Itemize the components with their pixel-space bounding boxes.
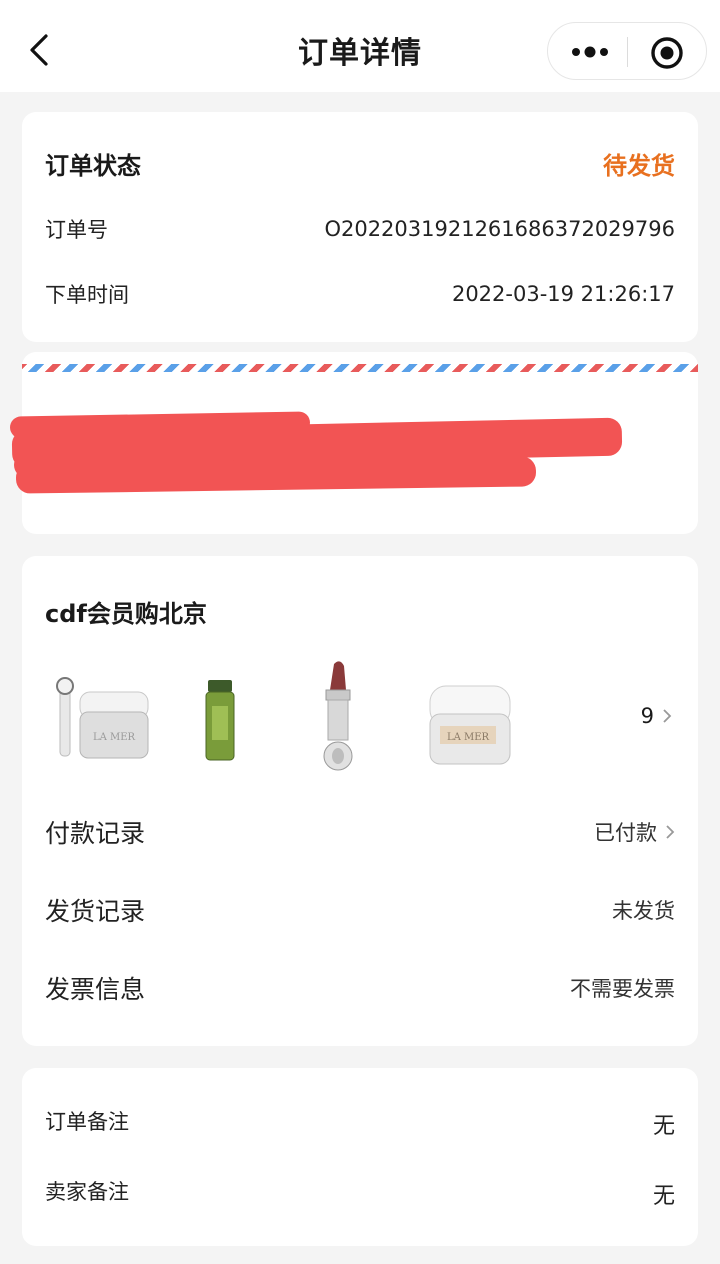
- shipping-record-row: 发货记录 未发货: [45, 892, 675, 928]
- order-note-row: 订单备注 无: [45, 1102, 675, 1140]
- invoice-info-label: 发票信息: [45, 975, 146, 1004]
- seller-note-value: 无: [652, 1184, 675, 1209]
- top-nav-bar: 订单详情: [0, 0, 720, 92]
- notes-card: 订单备注 无 卖家备注 无: [22, 1068, 698, 1246]
- seller-note-label: 卖家备注: [45, 1180, 129, 1204]
- product-thumbnail-lipstick[interactable]: [284, 656, 394, 776]
- chevron-right-icon: [666, 825, 675, 839]
- order-number-value: O20220319212616863720​29796: [324, 217, 675, 241]
- chevron-right-icon: [663, 709, 672, 723]
- payment-record-label: 付款记录: [45, 819, 146, 848]
- svg-text:LA MER: LA MER: [93, 732, 136, 743]
- order-time-value: 2022-03-19 21:26:17: [451, 282, 675, 306]
- payment-record-row[interactable]: 付款记录 已付款: [45, 814, 675, 850]
- shipping-record-value: 未发货: [612, 899, 675, 923]
- payment-record-value: 已付款: [594, 821, 657, 845]
- order-note-label: 订单备注: [45, 1110, 129, 1134]
- svg-text:LA MER: LA MER: [447, 732, 490, 743]
- item-count-link[interactable]: 9: [641, 704, 672, 728]
- airmail-border: [22, 364, 698, 372]
- status-label: 订单状态: [45, 152, 141, 180]
- capsule-divider: [627, 37, 628, 67]
- redaction-mark: [15, 456, 537, 494]
- item-count: 9: [640, 704, 654, 728]
- invoice-info-value: 不需要发票: [570, 977, 675, 1001]
- order-number-row: 订单号 O20220319212616863720​29796: [45, 214, 675, 244]
- product-thumbnail-green-bottle[interactable]: [172, 656, 282, 776]
- more-dots-icon[interactable]: [570, 37, 610, 67]
- order-time-row: 下单时间 2022-03-19 21:26:17: [45, 279, 675, 309]
- status-row: 订单状态 待发货: [45, 146, 675, 181]
- product-thumbnail-cream-jar[interactable]: LA MER: [52, 656, 162, 776]
- product-thumbnail-moisturizing-cream[interactable]: LA MER: [424, 656, 534, 776]
- mini-program-capsule: [547, 22, 707, 80]
- order-note-value: 无: [652, 1114, 675, 1139]
- store-name: cdf会员购北京: [45, 600, 207, 628]
- address-card: [9, 352, 698, 534]
- seller-note-row: 卖家备注 无: [45, 1172, 675, 1210]
- order-time-label: 下单时间: [45, 283, 129, 307]
- shipping-record-label: 发货记录: [45, 897, 146, 926]
- invoice-info-row: 发票信息 不需要发票: [45, 970, 675, 1006]
- order-status-card: 订单状态 待发货 订单号 O20220319212616863720​29796…: [22, 112, 698, 342]
- payment-record-status: 已付款: [594, 817, 675, 847]
- order-number-label: 订单号: [45, 218, 108, 242]
- status-value: 待发货: [603, 152, 675, 180]
- close-target-icon[interactable]: [649, 35, 685, 71]
- goods-card: cdf会员购北京 LA MER LA MER 9 付款记录 已付款 发货记录 未…: [22, 556, 698, 1046]
